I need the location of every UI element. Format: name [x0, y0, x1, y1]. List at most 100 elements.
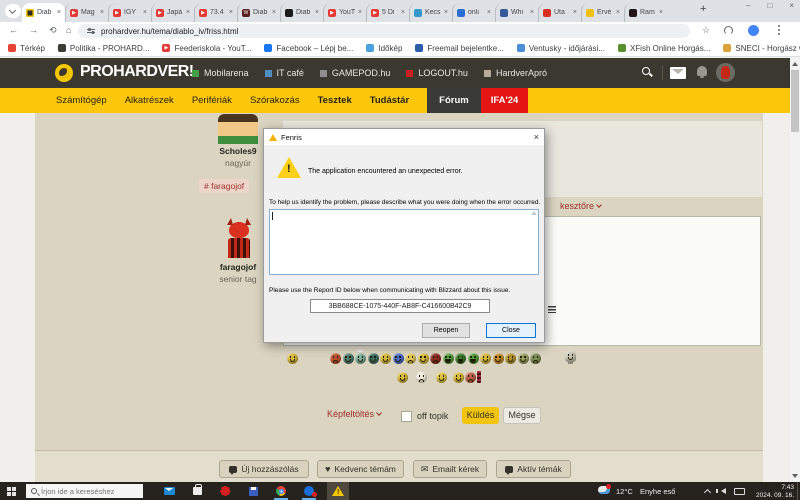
tab-close-icon[interactable]: × — [616, 9, 620, 16]
taskbar-app-paint[interactable] — [214, 482, 236, 500]
nav-item-sz-m-t-g-p[interactable]: Számítógép — [56, 95, 107, 106]
bookmark-item[interactable]: Politika - PROHARD... — [57, 44, 149, 53]
bookmark-star-icon[interactable]: ☆ — [702, 25, 710, 36]
taskbar-app-warning[interactable]: ! — [327, 482, 349, 500]
nav-item-perif-ri-k[interactable]: Perifériák — [192, 95, 232, 106]
tab-close-icon[interactable]: × — [487, 9, 491, 16]
address-bar[interactable]: prohardver.hu/tema/diablo_iv/friss.html — [78, 24, 690, 38]
bottom-button-heart[interactable]: ♥ Kedvenc témám — [317, 460, 404, 478]
menu-kebab-icon[interactable] — [778, 25, 780, 27]
browser-tab[interactable]: Diab × — [280, 3, 323, 22]
nav-item-f-rum[interactable]: Fórum — [427, 88, 481, 113]
bookmark-item[interactable]: Freemail bejelentke... — [415, 44, 504, 53]
taskbar-app-floppy[interactable] — [242, 482, 264, 500]
tab-close-icon[interactable]: × — [573, 9, 577, 16]
tab-close-icon[interactable]: × — [229, 9, 233, 16]
taskbar-app-store[interactable] — [186, 482, 208, 500]
emoticon-smile-icon[interactable] — [287, 353, 298, 364]
taskbar-app-chrome[interactable] — [270, 482, 292, 500]
tab-close-icon[interactable]: × — [186, 9, 190, 16]
tab-close-icon[interactable]: × — [143, 9, 147, 16]
tab-close-icon[interactable]: × — [272, 9, 276, 16]
close-button[interactable]: Close — [486, 323, 536, 338]
nav-item-sz-rakoz-s[interactable]: Szórakozás — [250, 95, 300, 106]
tab-search-chevron-icon[interactable] — [5, 4, 21, 18]
bottom-button-comment[interactable]: Új hozzászólás — [219, 460, 309, 478]
current-user-avatar[interactable] — [222, 218, 256, 262]
nav-item-tud-st-r[interactable]: Tudástár — [370, 95, 409, 106]
scroll-down-icon[interactable] — [792, 474, 798, 478]
browser-tab[interactable]: W Diab × — [237, 3, 280, 22]
bookmark-item[interactable]: Térkép — [8, 44, 45, 53]
emoticon-smile-icon[interactable] — [480, 353, 491, 364]
bookmark-item[interactable]: Facebook – Lépj be... — [264, 44, 353, 53]
weather-desc[interactable]: Enyhe eső — [640, 487, 675, 496]
tab-close-icon[interactable]: × — [315, 9, 319, 16]
keyboard-icon[interactable] — [734, 488, 745, 495]
tab-close-icon[interactable]: × — [358, 9, 362, 16]
browser-tab[interactable]: Érvé × — [581, 3, 624, 22]
search-icon[interactable] — [642, 67, 650, 75]
browser-tab[interactable]: Diab × — [22, 3, 65, 22]
notifications-bell-icon[interactable] — [697, 66, 707, 78]
emoticon-smile-icon[interactable] — [517, 353, 529, 364]
home-icon[interactable]: ⌂ — [66, 25, 71, 35]
nav-item-alkatr-szek[interactable]: Alkatrészek — [125, 95, 174, 106]
taskbar-app-battlenet[interactable] — [298, 482, 320, 500]
messages-envelope-icon[interactable] — [670, 67, 686, 79]
image-upload-link[interactable]: Képfeltöltés — [327, 409, 382, 419]
browser-tab[interactable]: Kecs × — [409, 3, 452, 22]
browser-tab[interactable]: Whi × — [495, 3, 538, 22]
taskbar-clock[interactable]: 7:43 2024. 09. 16. — [748, 484, 794, 499]
maximize-button[interactable]: □ — [767, 1, 772, 10]
emoticon-grin-icon[interactable] — [467, 353, 479, 364]
post-author-avatar[interactable] — [218, 114, 258, 144]
browser-tab[interactable]: Uta × — [538, 3, 581, 22]
editor-grippy-icon[interactable] — [548, 306, 556, 313]
emoticon-smile-icon[interactable] — [492, 353, 504, 364]
tab-close-icon[interactable]: × — [659, 9, 663, 16]
bookmark-item[interactable]: XFish Online Horgás... — [617, 44, 710, 53]
emoticon-frown-icon[interactable] — [330, 353, 341, 364]
browser-tab[interactable]: onli × — [452, 3, 495, 22]
browser-tab[interactable]: ▶ 5 Di × — [366, 3, 409, 22]
partner-link[interactable]: IT café — [264, 68, 304, 78]
emoticon-bar-icon[interactable] — [477, 371, 481, 383]
bookmark-item[interactable]: Időkép — [366, 44, 402, 53]
send-button[interactable]: Küldés — [462, 407, 499, 424]
user-avatar[interactable] — [716, 63, 735, 82]
reopen-button[interactable]: Reopen — [422, 323, 470, 338]
taskbar-app-mail[interactable] — [158, 482, 180, 500]
partner-link[interactable]: LOGOUT.hu — [406, 68, 468, 78]
bookmark-item[interactable]: ▶ Feederiskola - YouT... — [162, 44, 251, 53]
dialog-close-icon[interactable]: × — [534, 132, 539, 142]
browser-tab[interactable]: ▶ Mag × — [65, 3, 108, 22]
partner-link[interactable]: GAMEPOD.hu — [319, 68, 390, 78]
offtopic-checkbox[interactable] — [401, 411, 412, 422]
browser-tab[interactable]: ▶ 73.4 × — [194, 3, 237, 22]
emoticon-smile-icon[interactable] — [505, 353, 516, 364]
browser-tab[interactable]: ▶ Japá × — [151, 3, 194, 22]
volume-icon[interactable] — [716, 488, 726, 494]
report-id-field[interactable]: 3BB688CE-1075-440F-AB8F-C416600B42C9 — [310, 299, 490, 313]
close-window-button[interactable]: × — [789, 1, 794, 10]
dialog-title-bar[interactable]: Fenris × — [264, 129, 544, 145]
reload-icon[interactable]: ⟲ — [49, 25, 57, 35]
bookmark-item[interactable]: SNECI - Horgász we... — [723, 44, 800, 53]
start-button-icon[interactable] — [7, 487, 16, 496]
emoticon-grin-icon[interactable] — [442, 353, 454, 364]
site-settings-icon[interactable] — [87, 27, 95, 35]
tab-close-icon[interactable]: × — [401, 9, 405, 16]
nav-item-ifa-24[interactable]: IFA'24 — [480, 88, 529, 113]
emoticon-bulb-icon[interactable] — [565, 351, 576, 364]
browser-tab[interactable]: ▶ ÍGY × — [108, 3, 151, 22]
tab-close-icon[interactable]: × — [57, 9, 61, 16]
scroll-up-icon[interactable] — [792, 62, 798, 66]
emoticon-frown-icon[interactable] — [530, 353, 541, 364]
emoticon-frown-icon[interactable] — [405, 353, 416, 364]
bookmark-item[interactable]: Ventusky - időjárási... — [516, 44, 605, 53]
emoticon-smile-icon[interactable] — [436, 372, 447, 383]
browser-tab[interactable]: Ram × — [624, 3, 667, 22]
prohardver-logo-icon[interactable] — [55, 64, 73, 82]
reply-reference-link[interactable]: # faragojof — [199, 179, 250, 193]
